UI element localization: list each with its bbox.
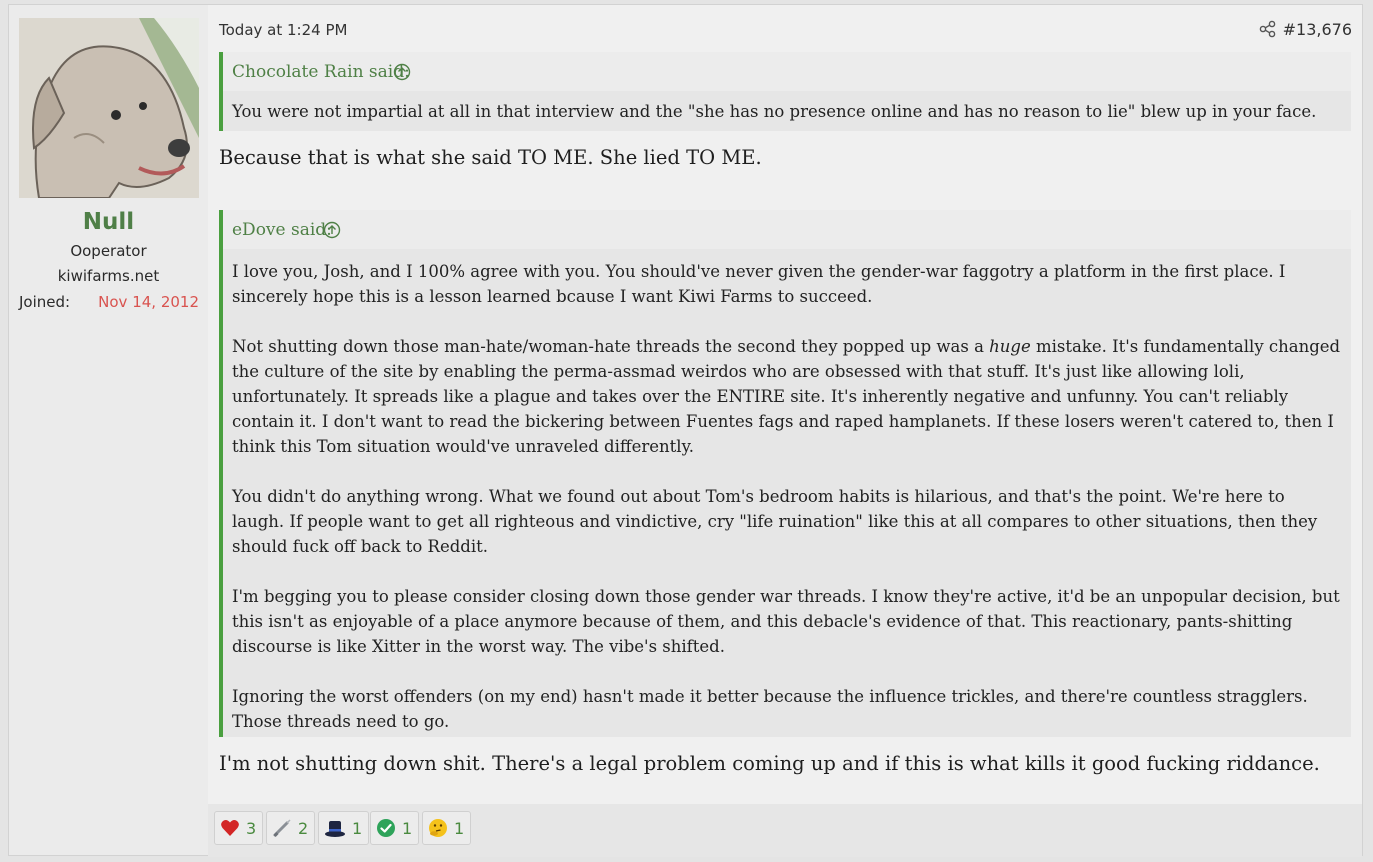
quote-paragraph: You didn't do anything wrong. What we fo… (232, 487, 1318, 556)
quote-header[interactable]: eDove said: (223, 210, 1351, 249)
needle-icon (273, 819, 291, 837)
post: Null Ooperator kiwifarms.net Joined: Nov… (8, 4, 1363, 857)
quote-block-2: eDove said: I love you, Josh, and I 100%… (219, 210, 1351, 737)
quote-text: You were not impartial at all in that in… (232, 102, 1317, 121)
username[interactable]: Null (9, 209, 208, 235)
reaction-count: 1 (454, 818, 465, 838)
quote-author[interactable]: eDove said: (232, 220, 332, 240)
reaction-count: 2 (298, 818, 309, 838)
quote-paragraph: I love you, Josh, and I 100% agree with … (232, 262, 1286, 306)
reaction-heart[interactable]: 3 (214, 811, 264, 845)
quote-emphasis: huge (989, 337, 1031, 356)
quote-paragraph: I'm begging you to please consider closi… (232, 587, 1340, 656)
jump-up-icon[interactable] (393, 63, 411, 81)
post-main: Today at 1:24 PM #13,676 Chocolate Rain … (208, 5, 1362, 855)
jump-up-icon[interactable] (323, 221, 341, 239)
post-date[interactable]: Today at 1:24 PM (219, 21, 347, 39)
reaction-thinking[interactable]: 1 (422, 811, 472, 845)
quote-block-1: Chocolate Rain said: You were not impart… (219, 52, 1351, 131)
avatar[interactable] (19, 18, 199, 198)
quote-author[interactable]: Chocolate Rain said: (232, 62, 410, 82)
reaction-count: 3 (246, 818, 257, 838)
reply-text-2: I'm not shutting down shit. There's a le… (219, 752, 1320, 775)
reaction-check[interactable]: 1 (370, 811, 420, 845)
user-column: Null Ooperator kiwifarms.net Joined: Nov… (9, 5, 208, 855)
post-number[interactable]: #13,676 (1283, 20, 1352, 39)
reply-text-1: Because that is what she said TO ME. She… (219, 146, 762, 169)
check-icon (377, 819, 395, 837)
reaction-count: 1 (402, 818, 413, 838)
joined-date: Nov 14, 2012 (98, 293, 199, 311)
joined-label: Joined: (19, 293, 71, 311)
quote-text-part: Not shutting down those man-hate/woman-h… (232, 337, 990, 356)
reaction-needle[interactable]: 2 (266, 811, 316, 845)
quote-paragraph: Not shutting down those man-hate/woman-h… (232, 334, 1342, 459)
top-hat-icon (325, 821, 345, 837)
quote-paragraph: Ignoring the worst offenders (on my end)… (232, 687, 1308, 731)
share-icon[interactable] (1258, 19, 1278, 39)
user-title: Ooperator (70, 242, 147, 260)
thinking-face-icon (429, 819, 447, 837)
reaction-top-hat[interactable]: 1 (318, 811, 370, 845)
heart-icon (221, 820, 239, 836)
reactions-bar: 3 2 1 1 1 (208, 804, 1362, 857)
quote-header[interactable]: Chocolate Rain said: (223, 52, 1351, 91)
user-site: kiwifarms.net (57, 267, 160, 285)
quote-text: I love you, Josh, and I 100% agree with … (223, 249, 1351, 740)
reaction-count: 1 (352, 818, 363, 838)
